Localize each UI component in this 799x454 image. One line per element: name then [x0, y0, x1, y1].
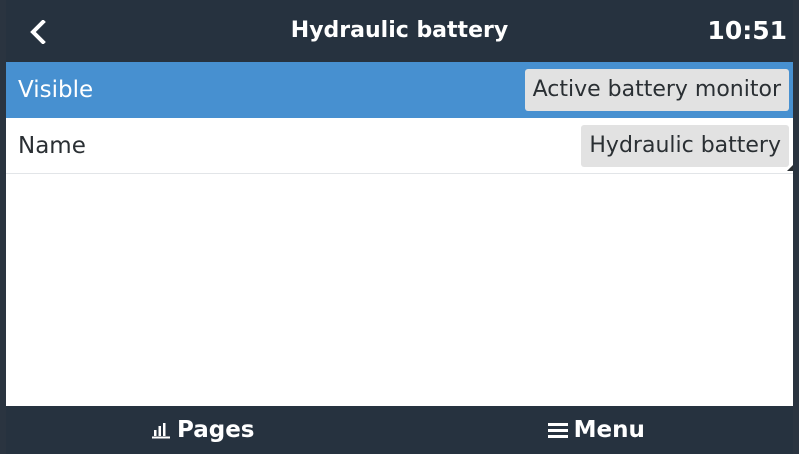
top-bar: Hydraulic battery 10:51 [6, 0, 793, 62]
device-screen: Hydraulic battery 10:51 Visible Active b… [0, 0, 799, 454]
bottom-bar: Pages Menu [6, 406, 793, 454]
edit-indicator-icon [787, 165, 793, 171]
hamburger-menu-icon [547, 421, 568, 439]
setting-label-name: Name [18, 132, 86, 159]
menu-label: Menu [573, 417, 645, 443]
setting-row-name[interactable]: Name Hydraulic battery [6, 118, 793, 174]
bar-chart-icon [151, 421, 171, 439]
setting-value-visible[interactable]: Active battery monitor [524, 69, 789, 111]
name-field[interactable]: Hydraulic battery [581, 124, 789, 167]
clock: 10:51 [707, 16, 787, 45]
setting-label-visible: Visible [18, 77, 94, 103]
pages-button[interactable]: Pages [6, 406, 400, 454]
menu-button[interactable]: Menu [400, 406, 794, 454]
empty-list-area [6, 175, 793, 406]
setting-row-visible[interactable]: Visible Active battery monitor [6, 62, 793, 118]
pages-label: Pages [176, 417, 255, 443]
page-title: Hydraulic battery [290, 18, 509, 43]
